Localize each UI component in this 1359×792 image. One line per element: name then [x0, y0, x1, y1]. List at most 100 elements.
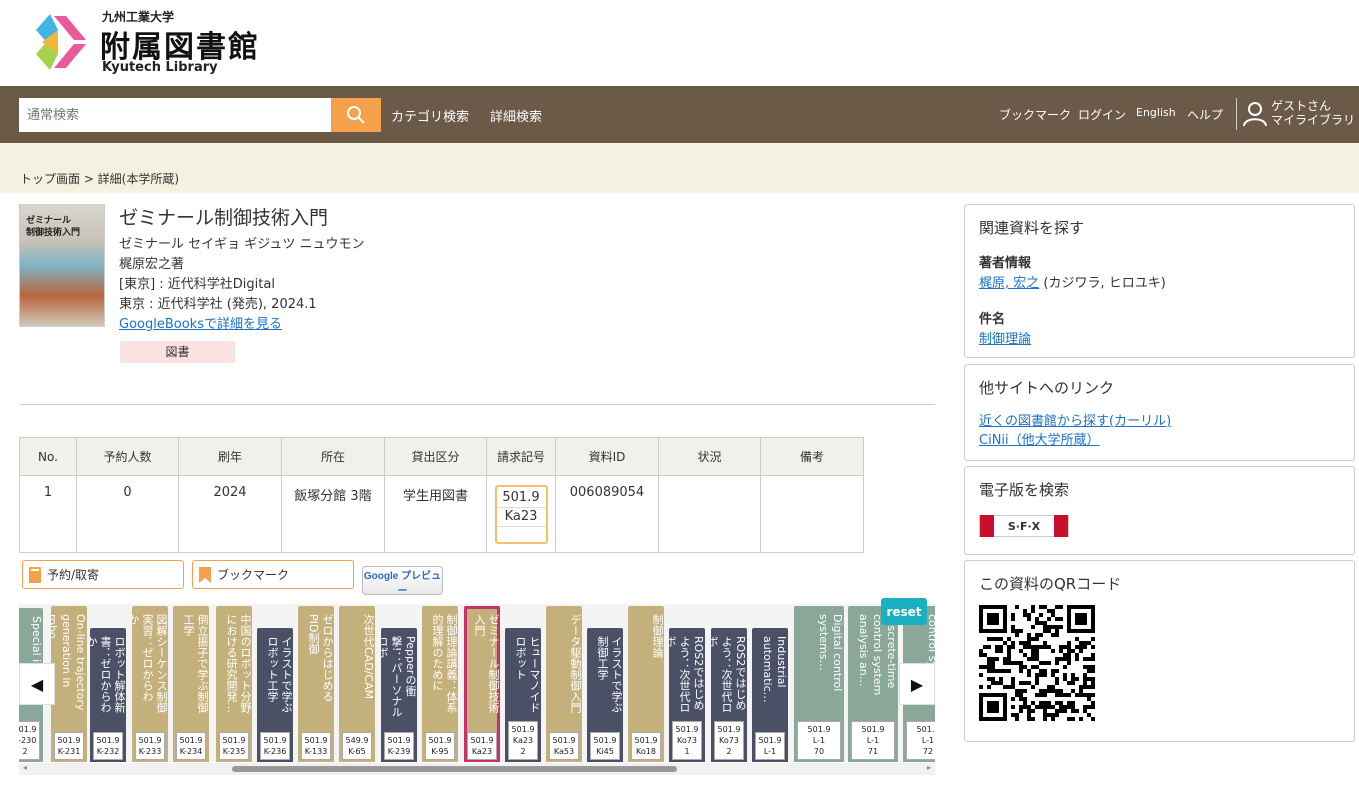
related-materials-panel: 関連資料を探す 著者情報 梶原, 宏之 (カジワラ, ヒロユキ) 件名 制御理論 — [964, 204, 1355, 358]
book-spine-title: 中国のロボット分野における研究開発… — [225, 614, 252, 713]
shelf-book[interactable]: データ駆動制御入門 501.9 Ka53 — [546, 606, 582, 762]
book-spine-title: ゼミナール制御技術入門 — [473, 614, 500, 713]
book-call-number-label: 501.9 K-239 — [384, 732, 414, 760]
cell-status — [658, 475, 761, 553]
cell-loan-type: 学生用図書 — [384, 475, 487, 553]
cell-year: 2024 — [178, 475, 282, 553]
search-button[interactable] — [331, 98, 381, 132]
book-call-number-label: 501.9 L-1 71 — [851, 721, 895, 760]
book-spine-title: 制御理論 — [651, 614, 664, 658]
bookmark-button[interactable]: ブックマーク — [192, 560, 354, 589]
user-icon[interactable] — [1242, 101, 1268, 127]
book-spine-title: イラストで学ぶ制御工学 — [596, 636, 623, 713]
scrollbar-thumb[interactable] — [232, 766, 677, 772]
shelf-book[interactable]: Discrete-time control system analysis an… — [848, 606, 898, 762]
breadcrumb[interactable]: トップ画面 > 詳細(本学所蔵) — [20, 170, 179, 187]
shelf-book[interactable]: ロボット解体新書：ゼロからわか… 501.9 K-232 — [90, 628, 126, 762]
sfx-left-bar — [980, 515, 994, 537]
cell-reservations: 0 — [76, 475, 179, 553]
shelf-book[interactable]: 制御理論講義：体系的理解のために 501.9 K-95 — [422, 606, 458, 762]
subject-link[interactable]: 制御理論 — [979, 328, 1031, 347]
book-spine-title: On-line trajectory generation in robo… — [51, 614, 87, 711]
book-spine-title: ROS2ではじめよう：次世代ロボ… — [711, 636, 747, 713]
book-spine-title: 倒立振子で学ぶ制御工学 — [182, 614, 209, 713]
shelf-book[interactable]: 制御理論 501.9 Ko18 — [628, 606, 664, 762]
shelf-book[interactable]: 次世代CAD/CAM 549.9 K-65 — [339, 606, 375, 762]
help-link[interactable]: ヘルプ — [1187, 106, 1223, 123]
calil-link[interactable]: 近くの図書館から探す(カーリル) — [979, 410, 1171, 429]
book-spine-title: データ駆動制御入門 — [569, 614, 582, 713]
book-spine-title: Industrial automatic… — [761, 636, 788, 703]
book-call-number-label: 501.9 Ko73 2 — [714, 721, 744, 760]
navigation-bar: カテゴリ検索 詳細検索 ブックマーク ログイン English ヘルプ ゲストさ… — [0, 86, 1359, 143]
scroll-right-icon[interactable]: ▸ — [927, 763, 931, 772]
googlebooks-link[interactable]: GoogleBooksで詳細を見る — [119, 313, 282, 332]
book-title: ゼミナール制御技術入門 — [119, 207, 329, 229]
book-call-number-label: 501.9 K-234 — [176, 732, 206, 760]
advanced-search-link[interactable]: 詳細検索 — [490, 106, 542, 125]
shelf-book[interactable]: ROS2ではじめよう：次世代ロボ… 501.9 Ko73 1 — [669, 628, 705, 762]
book-call-number-label: 501.9 L-1 70 — [797, 721, 841, 760]
shelf-right-arrow-icon[interactable]: ▶ — [899, 663, 935, 705]
english-link[interactable]: English — [1136, 106, 1176, 119]
book-spine-title: 制御理論講義：体系的理解のために — [431, 614, 458, 713]
shelf-book[interactable]: イラストで学ぶ制御工学 501.9 Ki45 — [587, 628, 623, 762]
header-no: No. — [19, 437, 77, 476]
my-library-link[interactable]: ゲストさん マイライブラリ — [1271, 99, 1355, 127]
search-input[interactable] — [19, 98, 331, 132]
book-call-number-label: 501.9 K-235 — [219, 732, 249, 760]
shelf-book[interactable]: ゼロからはじめるPID制御 501.9 K-133 — [298, 606, 334, 762]
shelf-reset-button[interactable]: reset — [881, 598, 927, 625]
book-call-number-label: 501.9 K-233 — [135, 732, 165, 760]
sfx-button[interactable]: S·F·X — [979, 515, 1069, 537]
cinii-link[interactable]: CiNii（他大学所蔵） — [979, 429, 1100, 448]
header-status: 状況 — [658, 437, 761, 476]
shelf-book[interactable]: ROS2ではじめよう：次世代ロボ… 501.9 Ko73 2 — [711, 628, 747, 762]
book-spine-title: ゼロからはじめるPID制御 — [307, 614, 334, 702]
reserve-button[interactable]: 予約/取寄 — [22, 560, 184, 589]
ebook-search-panel: 電子版を検索 S·F·X — [964, 466, 1355, 555]
ebook-heading: 電子版を検索 — [979, 481, 1070, 499]
shelf-book[interactable]: 倒立振子で学ぶ制御工学 501.9 K-234 — [173, 606, 209, 762]
shelf-book[interactable]: 図解シーケンス制御実習：ゼロからわか… 501.9 K-233 — [132, 606, 168, 762]
virtual-bookshelf[interactable]: Special issue on501.9 K-230 2On-line tra… — [19, 604, 935, 762]
book-spine-title: 図解シーケンス制御実習：ゼロからわか… — [132, 614, 168, 713]
author-link[interactable]: 梶原, 宏之 — [979, 276, 1039, 291]
qr-code-icon — [979, 605, 1095, 721]
category-search-link[interactable]: カテゴリ検索 — [391, 106, 469, 125]
library-logo-icon[interactable] — [28, 10, 88, 74]
shelf-book[interactable]: On-line trajectory generation in robo… 50… — [51, 606, 87, 762]
search-icon — [347, 106, 365, 124]
book-icon — [29, 566, 41, 583]
shelf-scrollbar[interactable]: ◂ ▸ — [19, 763, 935, 775]
my-library-label: マイライブラリ — [1271, 113, 1356, 127]
book-author: 梶原宏之著 — [119, 257, 185, 272]
shelf-book[interactable]: 中国のロボット分野における研究開発… 501.9 K-235 — [216, 606, 252, 762]
guest-name: ゲストさん — [1271, 99, 1332, 113]
shelf-book[interactable]: ゼミナール制御技術入門 501.9 Ka23 — [464, 606, 500, 762]
qr-heading: この資料のQRコード — [979, 575, 1122, 593]
header-note: 備考 — [760, 437, 864, 476]
shelf-book[interactable]: Industrial automatic… 501.9 L-1 — [752, 628, 788, 762]
cell-no: 1 — [19, 475, 77, 553]
links-heading: 他サイトへのリンク — [979, 379, 1115, 397]
scroll-left-icon[interactable]: ◂ — [23, 763, 27, 772]
call-number-label[interactable]: 501.9 Ka23 — [494, 485, 548, 544]
shelf-book[interactable]: Pepperの衝撃!：パーソナルロボ… 501.9 K-239 — [381, 628, 417, 762]
shelf-left-arrow-icon[interactable]: ◀ — [19, 663, 55, 705]
shelf-book[interactable]: イラストで学ぶロボット工学 501.9 K-236 — [257, 628, 293, 762]
book-spine-title: Digital control systems… — [817, 614, 844, 692]
google-preview-button[interactable]: Google プレビュー — [362, 566, 443, 597]
qr-code-panel: この資料のQRコード — [964, 560, 1355, 742]
shelf-book[interactable]: ヒューマノイドロボット 501.9 Ka23 2 — [505, 628, 541, 762]
header-reservations: 予約人数 — [76, 437, 179, 476]
shelf-book[interactable]: Digital control systems… 501.9 L-1 70 — [794, 606, 844, 762]
book-call-number-label: 501.9 K-231 — [54, 732, 84, 760]
login-link[interactable]: ログイン — [1078, 106, 1126, 123]
cell-note — [760, 475, 864, 553]
author-reading: (カジワラ, ヒロユキ) — [1043, 276, 1166, 291]
header-loan-type: 貸出区分 — [384, 437, 487, 476]
book-spine-title: Discrete-time control system analysis an… — [857, 614, 898, 696]
bookmark-link[interactable]: ブックマーク — [999, 106, 1071, 123]
book-call-number-label: 501.9 K-236 — [260, 732, 290, 760]
